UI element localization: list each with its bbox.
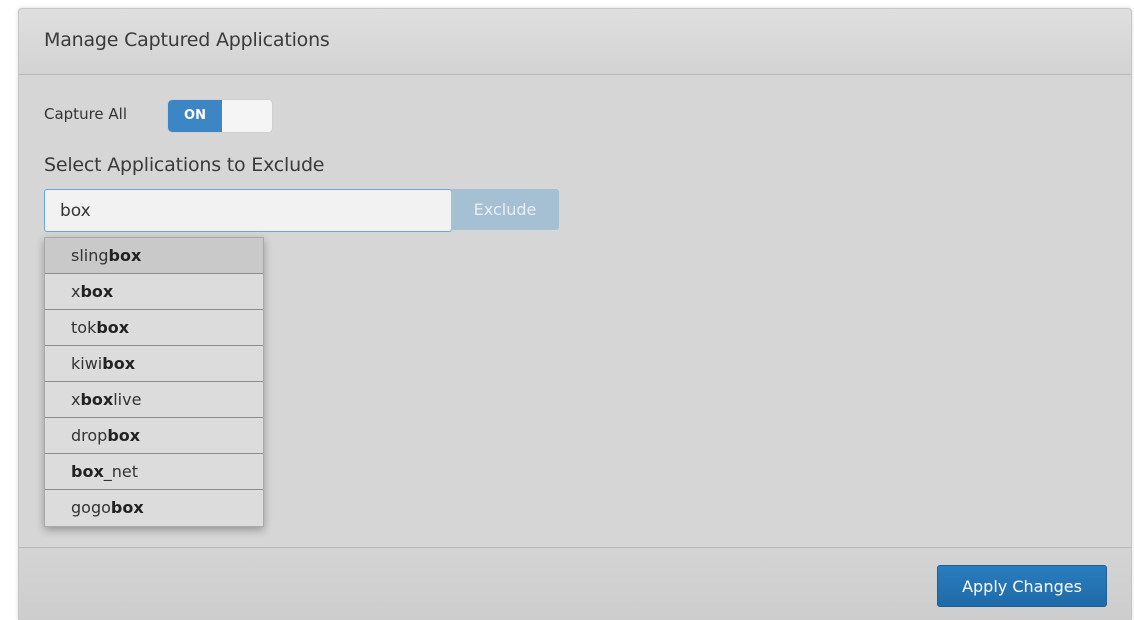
panel-title: Manage Captured Applications xyxy=(44,29,330,51)
exclude-heading: Select Applications to Exclude xyxy=(44,154,325,176)
suggestion-item[interactable]: xboxlive xyxy=(45,382,263,418)
suggestion-item[interactable]: dropbox xyxy=(45,418,263,454)
apply-changes-button[interactable]: Apply Changes xyxy=(937,565,1107,607)
suggestion-item[interactable]: gogobox xyxy=(45,490,263,526)
toggle-knob xyxy=(222,100,272,132)
suggestion-item[interactable]: slingbox xyxy=(45,238,263,274)
panel-footer: Apply Changes xyxy=(19,547,1131,620)
suggestion-dropdown: slingbox xbox tokbox kiwibox xboxlive dr… xyxy=(44,237,264,527)
exclude-button[interactable]: Exclude xyxy=(451,189,559,230)
toggle-on-label: ON xyxy=(168,100,222,132)
panel-header: Manage Captured Applications xyxy=(19,9,1131,75)
manage-apps-panel: Manage Captured Applications Capture All… xyxy=(18,8,1132,620)
suggestion-item[interactable]: kiwibox xyxy=(45,346,263,382)
suggestion-item[interactable]: box_net xyxy=(45,454,263,490)
capture-all-label: Capture All xyxy=(44,105,128,123)
app-search-input[interactable] xyxy=(44,189,452,232)
suggestion-item[interactable]: xbox xyxy=(45,274,263,310)
capture-all-toggle[interactable]: ON xyxy=(167,99,273,133)
suggestion-item[interactable]: tokbox xyxy=(45,310,263,346)
